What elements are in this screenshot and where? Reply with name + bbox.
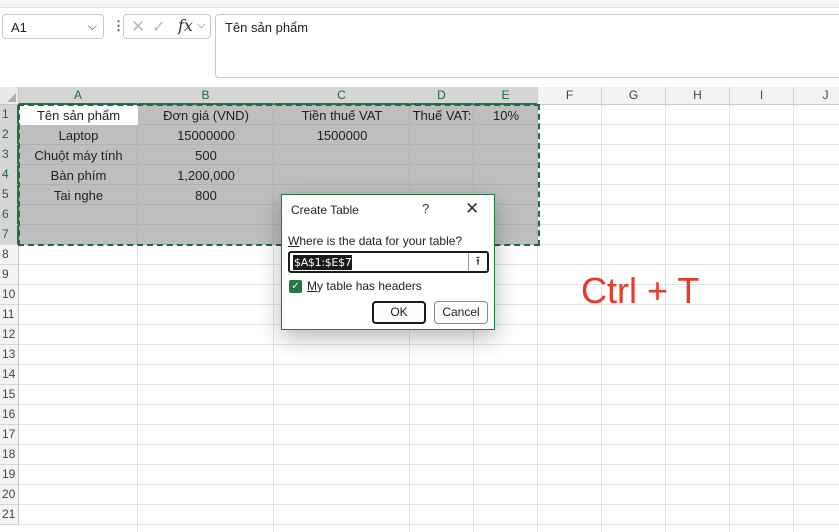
row-header-1[interactable]: 1: [0, 105, 19, 125]
column-header-b[interactable]: B: [138, 87, 274, 105]
row-header-17[interactable]: 17: [0, 425, 19, 445]
cancel-button[interactable]: Cancel: [434, 301, 488, 324]
create-table-dialog: Create Table ? ✕ Where is the data for y…: [281, 194, 495, 330]
column-header-c[interactable]: C: [274, 87, 410, 105]
headers-checkbox[interactable]: ✓: [289, 280, 302, 293]
formula-text: Tên sản phẩm: [225, 20, 309, 35]
row-header-16[interactable]: 16: [0, 405, 19, 425]
chevron-down-icon[interactable]: ⌵: [88, 19, 97, 34]
row-header-18[interactable]: 18: [0, 445, 19, 465]
row-header-2[interactable]: 2: [0, 125, 19, 145]
column-header-h[interactable]: H: [666, 87, 730, 105]
ribbon-edge: [0, 0, 839, 8]
row-header-21[interactable]: 21: [0, 505, 19, 525]
column-header-i[interactable]: I: [730, 87, 794, 105]
row-header-9[interactable]: 9: [0, 265, 19, 285]
help-icon[interactable]: ?: [422, 201, 429, 216]
range-prompt: Where is the data for your table?: [288, 234, 463, 248]
row-header-7[interactable]: 7: [0, 225, 19, 245]
chevron-down-icon[interactable]: ⌵: [197, 19, 205, 32]
ok-button[interactable]: OK: [372, 301, 426, 324]
dialog-title: Create Table: [291, 203, 359, 217]
headers-checkbox-label[interactable]: My table has headers: [307, 279, 422, 293]
row-header-12[interactable]: 12: [0, 325, 19, 345]
row-header-6[interactable]: 6: [0, 205, 19, 225]
insert-function-icon[interactable]: fx: [178, 16, 193, 35]
row-header-10[interactable]: 10: [0, 285, 19, 305]
arrow-up-icon[interactable]: ⭱: [468, 253, 487, 271]
formula-tools: ✕ ✓ fx ⌵: [123, 14, 211, 39]
select-all-button[interactable]: [0, 87, 19, 105]
row-header-5[interactable]: 5: [0, 185, 19, 205]
name-box[interactable]: A1 ⌵: [2, 14, 104, 39]
column-header-g[interactable]: G: [602, 87, 666, 105]
column-header-e[interactable]: E: [474, 87, 538, 105]
row-header-13[interactable]: 13: [0, 345, 19, 365]
checkmark-icon[interactable]: ✓: [152, 17, 165, 37]
row-header-11[interactable]: 11: [0, 305, 19, 325]
name-box-value: A1: [11, 20, 27, 35]
formula-input[interactable]: Tên sản phẩm: [215, 14, 839, 78]
column-header-j[interactable]: J: [794, 87, 839, 105]
row-header-14[interactable]: 14: [0, 365, 19, 385]
row-header-20[interactable]: 20: [0, 485, 19, 505]
row-header-3[interactable]: 3: [0, 145, 19, 165]
row-header-19[interactable]: 19: [0, 465, 19, 485]
close-icon[interactable]: ✕: [465, 199, 479, 219]
close-icon[interactable]: ✕: [131, 17, 145, 37]
column-header-f[interactable]: F: [538, 87, 602, 105]
column-header-d[interactable]: D: [410, 87, 474, 105]
shortcut-annotation: Ctrl + T: [581, 270, 700, 311]
row-header-8[interactable]: 8: [0, 245, 19, 265]
row-header-4[interactable]: 4: [0, 165, 19, 185]
column-header-a[interactable]: A: [19, 87, 138, 105]
row-header-15[interactable]: 15: [0, 385, 19, 405]
range-input[interactable]: $A$1:$E$7 ⭱: [288, 251, 489, 273]
range-value: $A$1:$E$7: [293, 255, 353, 270]
